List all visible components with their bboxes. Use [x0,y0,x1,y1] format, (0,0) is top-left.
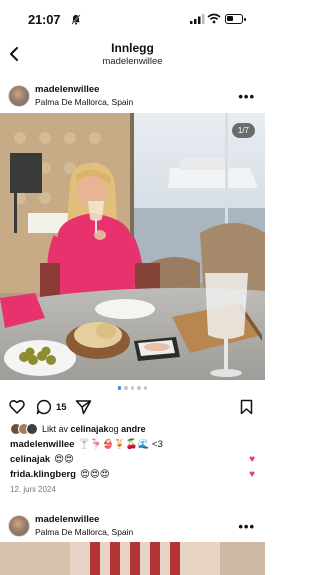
comment-like-heart-icon[interactable]: ♥ [249,469,255,480]
next-post-photo-illustration [0,542,265,575]
next-post-image[interactable] [0,542,265,575]
wifi-icon [207,13,221,24]
carousel-dot [143,386,148,390]
post-date: 12. juni 2024 [10,485,56,494]
share-icon[interactable] [75,399,92,415]
comment-count[interactable]: 15 [56,402,67,413]
nav-bar: Innlegg madelenwillee [0,38,265,72]
comment-text: 😍😍 [54,453,74,465]
post-username[interactable]: madelenwillee [35,84,99,95]
comment-row: frida.klingberg 😍😍😍 ♥ [10,467,255,481]
more-options-icon[interactable]: ••• [238,519,255,534]
bookmark-icon[interactable] [240,399,253,415]
post-username[interactable]: madelenwillee [35,514,99,525]
post-location[interactable]: Palma De Mallorca, Spain [35,97,133,107]
avatar[interactable] [8,85,30,107]
post-photo-illustration [0,113,265,380]
next-post-header: madelenwillee Palma De Mallorca, Spain •… [0,510,265,542]
image-counter: 1/7 [231,123,255,138]
comment-icon[interactable] [36,399,52,415]
comment-text: 😍😍😍 [79,468,110,480]
battery-icon [225,14,246,24]
carousel-dot [117,386,122,390]
carousel-dot [124,386,128,390]
comment-like-heart-icon[interactable]: ♥ [249,454,255,465]
caption-text: 🍸🦩👙🍹🍒🌊 <3 [78,438,163,450]
liked-by[interactable]: Likt av celinajak og andre [10,422,146,436]
post-actions: 15 [0,397,265,419]
liked-by-others[interactable]: andre [121,424,146,434]
liked-by-user1[interactable]: celinajak [71,424,109,434]
comment-row: celinajak 😍😍 ♥ [10,452,255,466]
page-subtitle: madelenwillee [102,56,163,67]
caption: madelenwillee 🍸🦩👙🍹🍒🌊 <3 [10,437,255,451]
carousel-indicator [0,386,265,392]
avatar[interactable] [8,515,30,537]
status-bar: 21:07 [0,0,265,38]
comment-username[interactable]: celinajak [10,454,50,465]
caption-username[interactable]: madelenwillee [10,439,74,450]
comment-username[interactable]: frida.klingberg [10,469,76,480]
post-header: madelenwillee Palma De Mallorca, Spain •… [0,80,265,112]
heart-icon[interactable] [9,399,25,414]
more-options-icon[interactable]: ••• [238,89,255,104]
post-location[interactable]: Palma De Mallorca, Spain [35,527,133,537]
page-title: Innlegg [111,41,154,55]
liked-by-middle: og [108,424,119,434]
liked-by-prefix: Likt av [42,424,69,434]
mute-bell-icon [71,14,81,25]
carousel-dot [130,386,135,390]
status-time: 21:07 [28,12,61,27]
cellular-signal-icon [190,14,205,24]
liked-by-avatars [10,423,38,435]
post-image[interactable]: 1/7 [0,113,265,380]
carousel-dot [137,386,141,390]
